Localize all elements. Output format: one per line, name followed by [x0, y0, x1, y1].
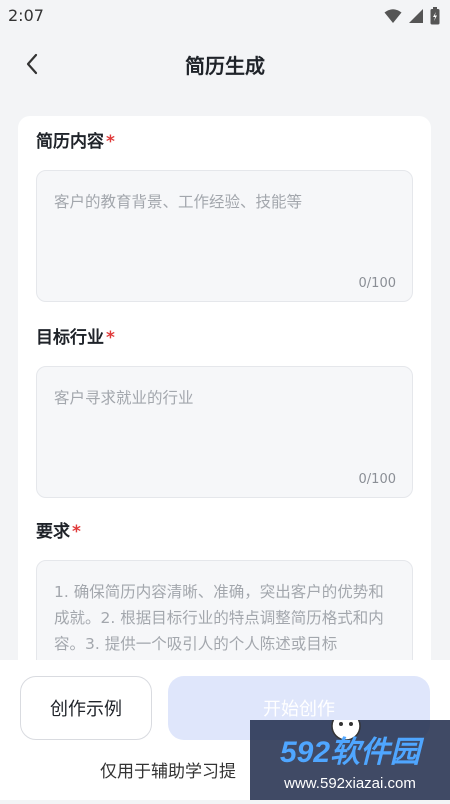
- resume-content-counter: 0/100: [358, 276, 396, 291]
- form-card: 简历内容 * 客户的教育背景、工作经验、技能等 0/100 目标行业 * 客户寻求就…: [18, 116, 431, 676]
- required-mark: *: [106, 328, 115, 348]
- resume-content-label: 简历内容 *: [36, 130, 413, 154]
- resume-content-label-text: 简历内容: [36, 132, 104, 152]
- requirements-label: 要求 *: [36, 520, 413, 544]
- requirements-label-text: 要求: [36, 522, 70, 542]
- watermark-brand: 592软件园: [280, 736, 425, 769]
- requirements-placeholder: 1. 确保简历内容清晰、准确，突出客户的优势和成就。2. 根据目标行业的特点调整…: [54, 583, 384, 653]
- watermark-url: www.592xiazai.com: [283, 775, 416, 792]
- required-mark: *: [72, 522, 81, 542]
- status-time: 2:07: [8, 6, 44, 25]
- target-industry-label: 目标行业 *: [36, 326, 413, 350]
- disclaimer-text: 仅用于辅助学习提: [100, 762, 236, 782]
- target-industry-placeholder: 客户寻求就业的行业: [54, 389, 194, 407]
- resume-content-placeholder: 客户的教育背景、工作经验、技能等: [54, 193, 303, 211]
- requirements-section: 要求 * 1. 确保简历内容清晰、准确，突出客户的优势和成就。2. 根据目标行业的…: [36, 520, 413, 676]
- target-industry-section: 目标行业 * 客户寻求就业的行业 0/100: [36, 326, 413, 498]
- watermark-logo: 592软件园 www.592xiazai.com: [250, 711, 450, 800]
- target-industry-label-text: 目标行业: [36, 328, 104, 348]
- required-mark: *: [106, 132, 115, 152]
- nav-bar: 简历生成: [0, 34, 450, 94]
- wifi-icon: [384, 9, 402, 23]
- target-industry-counter: 0/100: [358, 472, 396, 487]
- page-title: 简历生成: [185, 54, 265, 78]
- example-button[interactable]: 创作示例: [20, 676, 152, 740]
- signal-icon: [409, 9, 423, 23]
- target-industry-textarea[interactable]: 客户寻求就业的行业 0/100: [36, 366, 413, 498]
- status-bar: 2:07: [0, 0, 450, 30]
- battery-icon: [430, 7, 440, 25]
- status-icons: [384, 7, 440, 25]
- resume-content-textarea[interactable]: 客户的教育背景、工作经验、技能等 0/100: [36, 170, 413, 302]
- resume-content-section: 简历内容 * 客户的教育背景、工作经验、技能等 0/100: [36, 130, 413, 302]
- requirements-textarea[interactable]: 1. 确保简历内容清晰、准确，突出客户的优势和成就。2. 根据目标行业的特点调整…: [36, 560, 413, 676]
